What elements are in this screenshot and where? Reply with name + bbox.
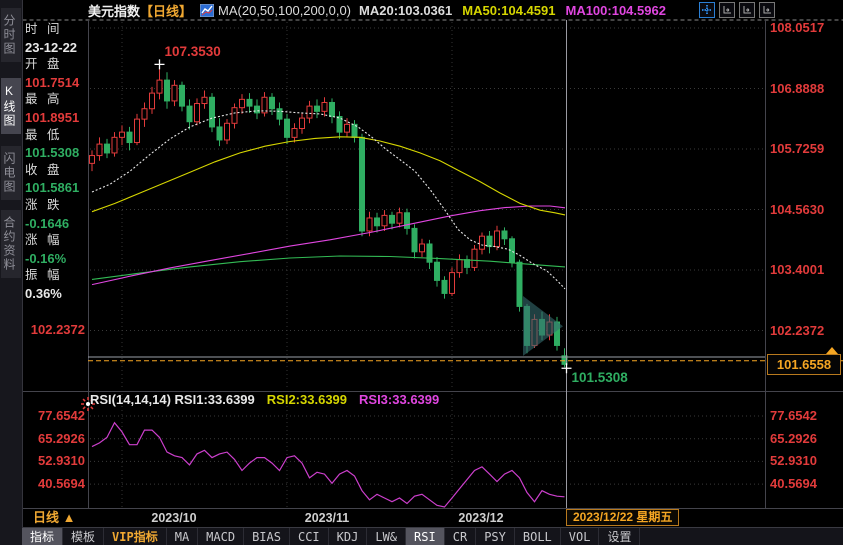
- tab-CCI[interactable]: CCI: [290, 528, 329, 545]
- high-marker-cross: [155, 59, 165, 69]
- ma20-value: MA20:103.0361: [359, 3, 452, 18]
- rsi-y-axis-label-left: 65.2926: [24, 431, 85, 446]
- side-tab-闪电图[interactable]: 闪电图: [1, 146, 21, 200]
- y-axis-label: 108.0517: [770, 20, 824, 35]
- x-axis-label: 2023/12: [441, 509, 521, 527]
- line-chart-icon[interactable]: [200, 4, 214, 17]
- ma100-value: MA100:104.5962: [565, 3, 665, 18]
- rsi-y-axis-label-right: 52.9310: [770, 453, 817, 468]
- tab-PSY[interactable]: PSY: [476, 528, 515, 545]
- info-label: 最 高: [23, 91, 87, 109]
- tab-CR[interactable]: CR: [445, 528, 476, 545]
- tab-模板[interactable]: 模板: [63, 528, 104, 545]
- crosshair-date-label: 2023/12/22 星期五: [566, 509, 679, 526]
- info-label: 时 间: [23, 21, 87, 39]
- info-label: 收 盘: [23, 162, 87, 180]
- info-value: 23-12-22: [23, 39, 87, 57]
- axis-scale-right-icon[interactable]: [739, 2, 755, 18]
- rsi3-value: RSI3:33.6399: [359, 392, 439, 407]
- info-value: 0.36%: [23, 285, 87, 303]
- ma50-value: MA50:104.4591: [462, 3, 555, 18]
- ma-values: MA20:103.0361 MA50:104.4591 MA100:104.5962: [359, 3, 676, 18]
- y-axis-label: 106.8888: [770, 81, 824, 96]
- candlestick-series: [90, 64, 568, 367]
- x-axis-label: 2023/11: [287, 509, 367, 527]
- info-label: 涨 幅: [23, 232, 87, 250]
- left-view-strip: 分时图 K线图闪电图合约资料: [0, 0, 23, 545]
- info-value: 101.7514: [23, 74, 87, 92]
- info-value: 101.5308: [23, 144, 87, 162]
- tab-VOL[interactable]: VOL: [561, 528, 600, 545]
- top-bar: 美元指数 【日线】 MA(20,50,100,200,0,0) MA20:103…: [24, 0, 843, 20]
- rsi-y-axis-label-left: 52.9310: [24, 453, 85, 468]
- tab-KDJ[interactable]: KDJ: [329, 528, 368, 545]
- chart-toolbar: [699, 2, 775, 18]
- left-y-axis-label: 102.2372: [22, 322, 85, 337]
- y-axis-label: 103.4001: [770, 262, 824, 277]
- tab-指标[interactable]: 指标: [22, 528, 63, 545]
- tab-设置[interactable]: 设置: [599, 528, 640, 545]
- tab-RSI[interactable]: RSI: [406, 528, 445, 545]
- tab-VIP指标[interactable]: VIP指标: [104, 528, 167, 545]
- side-tab-K线图[interactable]: K线图: [1, 78, 21, 134]
- tab-MA[interactable]: MA: [167, 528, 198, 545]
- info-label: 振 幅: [23, 267, 87, 285]
- go-to-latest-icon[interactable]: [759, 2, 775, 18]
- indicator-tab-bar: 指标模板VIP指标MAMACDBIASCCIKDJLW&RSICRPSYBOLL…: [22, 528, 843, 545]
- period-tag: 【日线】: [140, 1, 192, 20]
- ma200-line: [92, 256, 565, 279]
- rsi-y-axis-label-left: 77.6542: [24, 408, 85, 423]
- low-price-annotation: 101.5308: [572, 370, 628, 385]
- tab-LW&[interactable]: LW&: [367, 528, 406, 545]
- rsi1-value: RSI(14,14,14) RSI1:33.6399: [90, 392, 255, 407]
- tab-BOLL[interactable]: BOLL: [515, 528, 561, 545]
- side-tab-合约资料[interactable]: 合约资料: [1, 210, 21, 278]
- ohlc-info-panel: 时 间23-12-22开 盘101.7514最 高101.8951最 低101.…: [23, 21, 87, 303]
- rsi-header: RSI(14,14,14) RSI1:33.6399 RSI2:33.6399 RS…: [90, 392, 439, 407]
- info-label: 最 低: [23, 127, 87, 145]
- price-up-arrow-icon: [826, 347, 838, 354]
- info-label: 涨 跌: [23, 197, 87, 215]
- rsi-y-axis-label-right: 77.6542: [770, 408, 817, 423]
- rsi2-value: RSI2:33.6399: [267, 392, 347, 407]
- high-price-annotation: 107.3530: [165, 44, 221, 59]
- instrument-title: 美元指数: [88, 1, 140, 20]
- info-label: 开 盘: [23, 56, 87, 74]
- tab-BIAS[interactable]: BIAS: [244, 528, 290, 545]
- rsi-y-axis-label-right: 65.2926: [770, 431, 817, 446]
- y-axis-label: 105.7259: [770, 141, 824, 156]
- y-axis-label: 102.2372: [770, 323, 824, 338]
- y-axis-label: 104.5630: [770, 202, 824, 217]
- rsi-line: [92, 423, 565, 507]
- info-value: -0.1646: [23, 215, 87, 233]
- ma-params-label: MA(20,50,100,200,0,0): [218, 3, 351, 18]
- x-axis-label: 2023/10: [134, 509, 214, 527]
- side-tab-分时图[interactable]: 分时图: [1, 8, 21, 62]
- chart-canvas[interactable]: [0, 0, 843, 545]
- rsi-y-axis-label-right: 40.5694: [770, 476, 817, 491]
- crosshair-grid-icon[interactable]: [699, 2, 715, 18]
- tab-MACD[interactable]: MACD: [198, 528, 244, 545]
- info-value: -0.16%: [23, 250, 87, 268]
- timeframe-dropdown-button[interactable]: 日线 ▲: [33, 509, 75, 527]
- last-price-box: 101.6558: [767, 354, 841, 375]
- rsi-y-axis-label-left: 40.5694: [24, 476, 85, 491]
- axis-scale-left-icon[interactable]: [719, 2, 735, 18]
- info-value: 101.5861: [23, 179, 87, 197]
- info-value: 101.8951: [23, 109, 87, 127]
